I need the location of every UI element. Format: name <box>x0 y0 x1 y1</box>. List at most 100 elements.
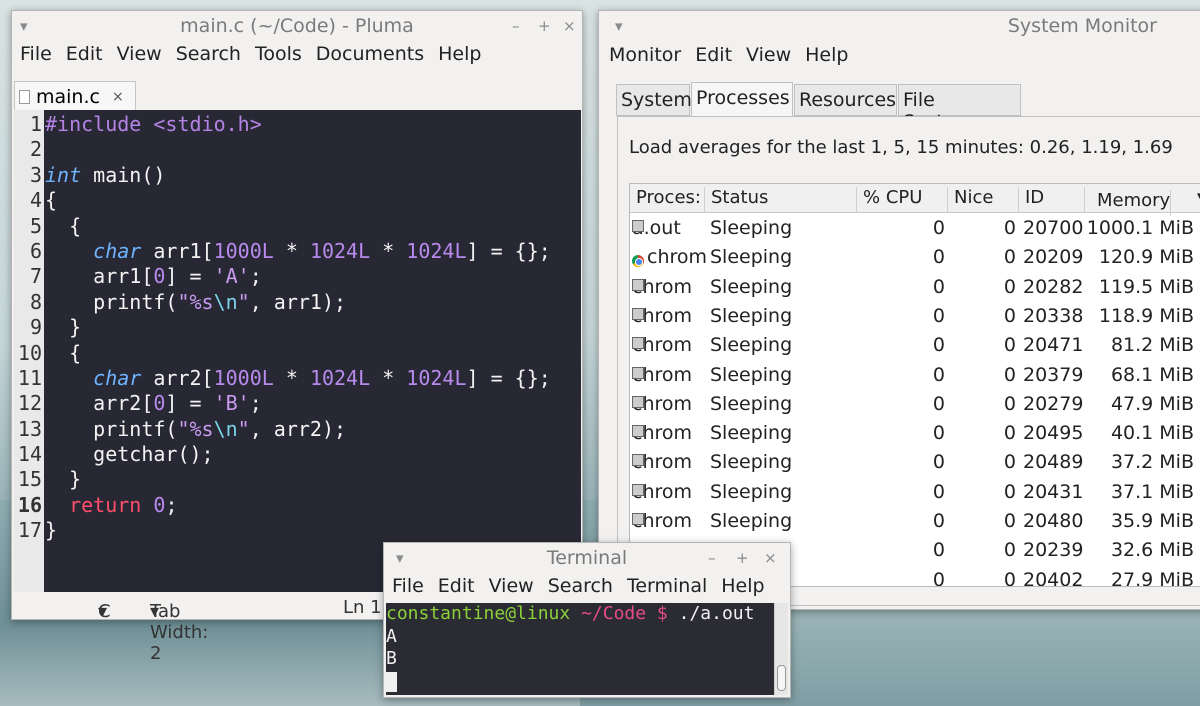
process-nice: 0 <box>1003 480 1016 503</box>
maximize-icon[interactable]: + <box>538 11 551 41</box>
menu-file[interactable]: File <box>12 43 58 65</box>
line-number: 3 <box>29 162 42 187</box>
process-name: chrom <box>632 305 706 327</box>
process-status: Sleeping <box>710 480 793 503</box>
process-memory: 37.1 MiB <box>1110 480 1194 503</box>
process-cpu: 0 <box>932 217 945 239</box>
column-status[interactable]: Status <box>705 187 857 213</box>
column-id[interactable]: ID <box>1019 187 1085 213</box>
process-name: chrom <box>632 481 706 503</box>
column-nice[interactable]: Nice <box>948 187 1019 213</box>
scrollbar-thumb[interactable] <box>777 665 786 691</box>
terminal-menubar: File Edit View Search Terminal Help <box>384 575 790 597</box>
process-id: 20431 <box>1023 480 1084 503</box>
line-number: 2 <box>29 137 42 162</box>
menu-edit[interactable]: Edit <box>58 43 109 65</box>
line-number: 13 <box>17 416 42 441</box>
process-id: 20279 <box>1023 392 1084 415</box>
table-row[interactable]: a.out Sleeping 0 0 20700 1000.1 MiB <box>630 214 1200 243</box>
maximize-icon[interactable]: + <box>736 543 749 573</box>
menu-view[interactable]: View <box>481 575 540 597</box>
menu-documents[interactable]: Documents <box>308 43 430 65</box>
table-row[interactable]: chrom Sleeping 0 0 20379 68.1 MiB <box>630 361 1200 390</box>
process-cpu: 0 <box>932 510 945 532</box>
table-row[interactable]: chrom Sleeping 0 0 20279 47.9 MiB <box>630 390 1200 419</box>
process-status: Sleeping <box>710 275 793 298</box>
process-cpu: 0 <box>932 480 945 503</box>
process-name: chrom <box>632 364 706 386</box>
process-status: Sleeping <box>710 422 793 445</box>
table-row[interactable]: chrom Sleeping 0 0 20471 81.2 MiB <box>630 331 1200 360</box>
column-cpu[interactable]: % CPU <box>857 187 948 213</box>
table-row[interactable]: chrom Sleeping 0 0 20338 118.9 MiB <box>630 302 1200 331</box>
pluma-title: main.c (~/Code) - Pluma <box>180 15 414 37</box>
column-process-name[interactable]: Proces: <box>630 187 705 213</box>
process-icon <box>632 454 644 467</box>
process-id: 20282 <box>1023 275 1084 298</box>
tab-processes[interactable]: Processes <box>691 82 793 117</box>
close-icon[interactable]: × <box>764 543 777 573</box>
table-row[interactable]: chrom Sleeping 0 0 20431 37.1 MiB <box>630 478 1200 507</box>
menu-search[interactable]: Search <box>540 575 619 597</box>
menu-file[interactable]: File <box>384 575 430 597</box>
tab-main-c[interactable]: main.c × <box>14 81 136 111</box>
terminal-window: ▾ Terminal – + × File Edit View Search T… <box>383 542 791 698</box>
menu-search[interactable]: Search <box>168 43 247 65</box>
line-number: 8 <box>29 289 42 314</box>
output-line: A <box>386 625 397 647</box>
text-file-icon <box>19 89 30 104</box>
minimize-icon[interactable]: – <box>708 543 716 573</box>
menu-view[interactable]: View <box>109 43 168 65</box>
system-monitor-window: ▾ System Monitor Monitor Edit View Help … <box>598 10 1200 610</box>
table-row[interactable]: chrom Sleeping 0 0 20282 119.5 MiB <box>630 273 1200 302</box>
process-cpu: 0 <box>932 275 945 298</box>
line-number: 15 <box>17 467 42 492</box>
process-icon <box>632 513 644 525</box>
menu-tools[interactable]: Tools <box>247 43 308 65</box>
menu-help[interactable]: Help <box>430 43 487 65</box>
process-name: chrom <box>632 510 706 532</box>
process-name: chrom <box>632 276 706 298</box>
menu-help[interactable]: Help <box>797 44 854 66</box>
process-memory: 119.5 MiB <box>1098 275 1194 298</box>
process-icon <box>632 278 644 291</box>
menu-monitor[interactable]: Monitor <box>599 44 687 66</box>
menu-terminal[interactable]: Terminal <box>619 575 713 597</box>
table-row[interactable]: chrom Sleeping 0 0 20495 40.1 MiB <box>630 419 1200 448</box>
process-name: chrom <box>632 393 706 415</box>
prompt-user: constantine@linux <box>386 603 571 624</box>
minimize-icon[interactable]: – <box>512 11 520 41</box>
code-editor[interactable]: 1 2 3 4 5 6 7 8 9 10 11 12 13 14 15 16 17 #include <stdi… <box>14 110 581 592</box>
process-table[interactable]: Proces: Status % CPU Nice ID Memory ▾ a.o… <box>629 183 1200 587</box>
process-cpu: 0 <box>932 392 945 415</box>
process-id: 20471 <box>1023 334 1084 357</box>
menu-edit[interactable]: Edit <box>687 44 738 66</box>
tab-close-icon[interactable]: × <box>112 89 124 105</box>
line-number: 14 <box>17 442 42 467</box>
menu-view[interactable]: View <box>738 44 797 66</box>
table-row[interactable]: chrom Sleeping 0 0 20480 35.9 MiB <box>630 507 1200 536</box>
column-memory[interactable]: Memory ▾ <box>1085 187 1200 216</box>
menu-edit[interactable]: Edit <box>430 575 481 597</box>
tab-resources[interactable]: Resources <box>794 84 897 116</box>
process-nice: 0 <box>1003 539 1016 562</box>
column-memory-label: Memory <box>1091 190 1172 216</box>
table-row[interactable]: chrom Sleeping 0 0 20489 37.2 MiB <box>630 448 1200 477</box>
process-nice: 0 <box>1003 217 1016 239</box>
line-number-gutter: 1 2 3 4 5 6 7 8 9 10 11 12 13 14 15 16 17 <box>14 110 44 592</box>
close-icon[interactable]: × <box>563 11 576 41</box>
terminal-scrollbar[interactable] <box>774 603 788 695</box>
process-nice: 0 <box>1003 363 1016 386</box>
tab-system[interactable]: System <box>616 84 692 116</box>
menu-help[interactable]: Help <box>713 575 770 597</box>
sort-descending-icon: ▾ <box>1191 187 1200 213</box>
chevron-down-icon: ▾ <box>98 601 108 622</box>
load-averages: Load averages for the last 1, 5, 15 minu… <box>629 137 1173 158</box>
process-memory: 47.9 MiB <box>1110 392 1194 415</box>
tab-file-systems[interactable]: File Systems <box>898 84 1021 133</box>
table-row[interactable]: chrom Sleeping 0 0 20209 120.9 MiB <box>630 243 1200 272</box>
process-cpu: 0 <box>932 568 945 587</box>
process-status: Sleeping <box>710 510 793 532</box>
process-cpu: 0 <box>932 539 945 562</box>
terminal-output[interactable]: constantine@linux ~/Code $ ./a.out A B <box>386 603 776 695</box>
